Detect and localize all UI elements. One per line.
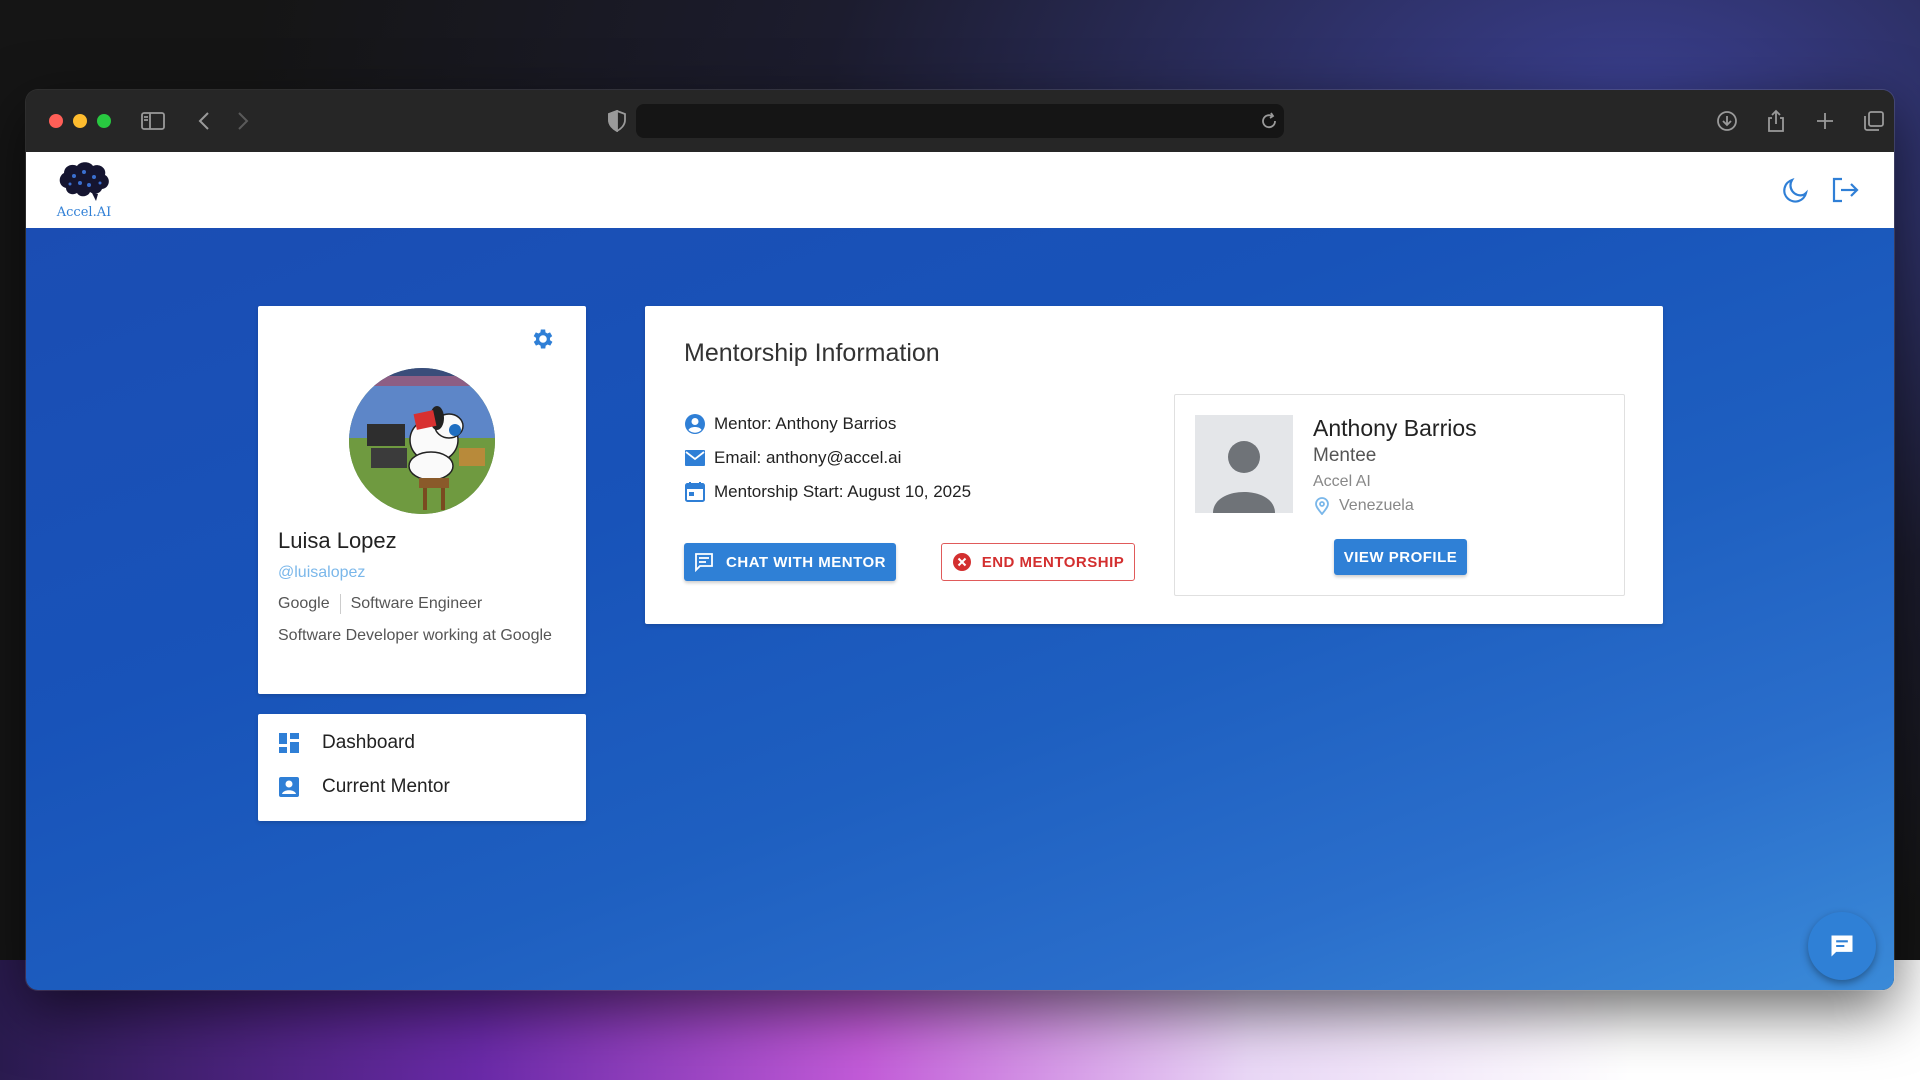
gear-icon[interactable]	[530, 326, 556, 352]
person-placeholder-icon	[1213, 441, 1275, 513]
browser-titlebar	[26, 90, 1894, 152]
reload-icon[interactable]	[1256, 108, 1282, 134]
nav-item-label: Dashboard	[322, 732, 415, 753]
brain-icon	[59, 162, 109, 201]
download-icon[interactable]	[1714, 108, 1740, 134]
end-mentorship-label: END MENTORSHIP	[981, 553, 1125, 571]
accel-ai-logo[interactable]: Accel.AI	[54, 160, 114, 220]
profile-name: Luisa Lopez	[278, 528, 397, 553]
meta-divider	[339, 594, 341, 614]
back-icon[interactable]	[191, 108, 217, 134]
app-header: Accel.AI	[26, 152, 1894, 228]
profile-meta: Google Software Engineer	[278, 594, 482, 614]
chat-with-mentor-label: CHAT WITH MENTOR	[726, 553, 886, 571]
email-row: Email: anthony@accel.ai	[684, 447, 901, 469]
plus-icon[interactable]	[1812, 108, 1838, 134]
address-bar[interactable]	[636, 104, 1284, 138]
logo-text: Accel.AI	[56, 205, 112, 220]
calendar-icon	[684, 481, 706, 503]
mentorship-title: Mentorship Information	[684, 339, 940, 367]
sidebar-icon[interactable]	[140, 108, 166, 134]
view-profile-button[interactable]: VIEW PROFILE	[1334, 539, 1467, 575]
profile-card: Luisa Lopez @luisalopez Google Software …	[258, 306, 586, 694]
profile-avatar	[349, 368, 495, 514]
chat-icon	[694, 552, 714, 573]
shield-icon[interactable]	[604, 108, 630, 134]
share-icon[interactable]	[1763, 108, 1789, 134]
close-window-button[interactable]	[49, 114, 63, 128]
mentor-company: Accel AI	[1313, 473, 1371, 490]
profile-handle[interactable]: @luisalopez	[278, 564, 365, 582]
profile-bio: Software Developer working at Google	[278, 627, 552, 644]
moon-icon[interactable]	[1782, 176, 1812, 206]
nav-item-dashboard[interactable]: Dashboard	[278, 732, 415, 754]
dashboard-icon	[278, 732, 300, 754]
mail-icon	[684, 447, 706, 469]
location-pin-icon	[1313, 497, 1331, 516]
person-badge-icon	[278, 776, 300, 798]
minimize-window-button[interactable]	[73, 114, 87, 128]
start-text: Mentorship Start: August 10, 2025	[714, 482, 972, 501]
chat-with-mentor-button[interactable]: CHAT WITH MENTOR	[684, 543, 896, 581]
mentor-profile-card: Anthony Barrios Mentee Accel AI Venezuel…	[1174, 394, 1625, 596]
end-mentorship-button[interactable]: END MENTORSHIP	[941, 543, 1135, 581]
mentor-row: Mentor: Anthony Barrios	[684, 413, 896, 435]
chat-bubble-icon	[1831, 935, 1853, 957]
side-nav: Dashboard Current Mentor	[258, 714, 586, 821]
account-circle-icon	[684, 413, 706, 435]
start-row: Mentorship Start: August 10, 2025	[684, 481, 971, 503]
mentor-avatar-placeholder	[1195, 415, 1293, 513]
tabs-icon[interactable]	[1861, 108, 1887, 134]
mentor-name: Anthony Barrios	[1313, 415, 1477, 441]
browser-window: Accel.AI Luisa Lopez @luisalopez Google …	[26, 90, 1894, 990]
mentor-location-text: Venezuela	[1339, 497, 1414, 514]
maximize-window-button[interactable]	[97, 114, 111, 128]
mentor-role: Mentee	[1313, 445, 1377, 466]
main-content: Luisa Lopez @luisalopez Google Software …	[26, 228, 1894, 990]
mentor-location: Venezuela	[1313, 497, 1414, 516]
nav-item-label: Current Mentor	[322, 776, 450, 797]
nav-item-current-mentor[interactable]: Current Mentor	[278, 776, 450, 798]
chat-fab-button[interactable]	[1808, 912, 1876, 980]
email-text: Email: anthony@accel.ai	[714, 448, 902, 467]
forward-icon[interactable]	[230, 108, 256, 134]
mentorship-info-card: Mentorship Information Mentor: Anthony B…	[645, 306, 1663, 624]
mentor-text: Mentor: Anthony Barrios	[714, 414, 897, 433]
profile-company: Google	[278, 595, 330, 612]
profile-title: Software Engineer	[350, 595, 483, 612]
window-controls	[49, 114, 111, 128]
logout-icon[interactable]	[1830, 176, 1860, 206]
cancel-icon	[952, 552, 972, 572]
